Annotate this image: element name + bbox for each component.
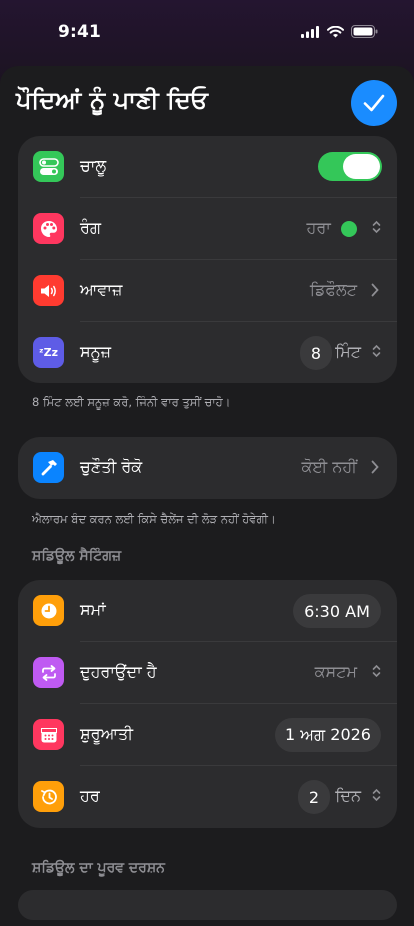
- schedule-group: ਸਮਾਂ 6:30 AM ਦੁਹਰਾਉਂਦਾ ਹੈ ਕਸਟਮ ਸ਼ੁਰੂਆਤੀ …: [18, 580, 397, 828]
- toggle-icon: [33, 151, 64, 182]
- challenge-footnote: ਐਲਾਰਮ ਬੰਦ ਕਰਨ ਲਈ ਕਿਸੇ ਚੈਲੇਂਜ ਦੀ ਲੋੜ ਨਹੀਂ…: [32, 512, 276, 526]
- cellular-signal-icon: [301, 25, 319, 38]
- battery-icon: [351, 25, 378, 38]
- repeat-row[interactable]: ਦੁਹਰਾਉਂਦਾ ਹੈ ਕਸਟਮ: [18, 642, 397, 704]
- every-number-pill[interactable]: 2: [298, 780, 330, 814]
- history-icon: [33, 781, 64, 812]
- page-title: ਪੌਦਿਆਂ ਨੂੰ ਪਾਣੀ ਦਿਓ: [16, 86, 208, 114]
- done-button[interactable]: [351, 80, 397, 126]
- zzz-glyph: ᶻZz: [39, 345, 58, 359]
- alarm-settings-group: ਚਾਲੂ ਰੰਗ ਹਰਾ ਆਵਾਜ਼ ਡਿਫੌਲਟ ᶻZz ਸਨੂਜ਼ 8 ਮਿ…: [18, 136, 397, 383]
- time-value: 6:30 AM: [304, 601, 370, 621]
- palette-icon: [33, 213, 64, 244]
- hammer-icon: [33, 452, 64, 483]
- repeat-label: ਦੁਹਰਾਉਂਦਾ ਹੈ: [80, 662, 157, 681]
- color-value: ਹਰਾ: [306, 218, 357, 238]
- chevron-right-icon: [371, 460, 379, 474]
- snooze-footnote: 8 ਮਿੰਟ ਲਈ ਸਨੂਜ਼ ਕਰੋ, ਜਿੰਨੀ ਵਾਰ ਤੁਸੀਂ ਚਾਹ…: [32, 395, 231, 409]
- snooze-unit: ਮਿੰਟ: [335, 342, 361, 361]
- snooze-number: 8: [310, 343, 322, 363]
- toggle-knob: [343, 154, 380, 179]
- snooze-row[interactable]: ᶻZz ਸਨੂਜ਼ 8 ਮਿੰਟ: [18, 322, 397, 383]
- color-value-text: ਹਰਾ: [306, 218, 331, 237]
- wifi-icon: [327, 25, 344, 37]
- challenge-group: ਚੁਣੌਤੀ ਰੋਕੋ ਕੋਈ ਨਹੀਂ: [18, 437, 397, 499]
- start-date-pill[interactable]: 1 ਅਗ 2026: [275, 718, 381, 752]
- chevron-up-down-icon: [372, 664, 381, 678]
- color-row[interactable]: ਰੰਗ ਹਰਾ: [18, 198, 397, 260]
- time-label: ਸਮਾਂ: [80, 600, 106, 619]
- start-date-label: ਸ਼ੁਰੂਆਤੀ: [80, 724, 134, 743]
- sound-label: ਆਵਾਜ਼: [80, 280, 123, 299]
- every-number: 2: [308, 787, 320, 807]
- color-label: ਰੰਗ: [80, 218, 102, 237]
- enabled-label: ਚਾਲੂ: [80, 156, 107, 175]
- chevron-up-down-icon: [372, 344, 381, 358]
- chevron-up-down-icon: [372, 220, 381, 234]
- enabled-row[interactable]: ਚਾਲੂ: [18, 136, 397, 198]
- sound-row[interactable]: ਆਵਾਜ਼ ਡਿਫੌਲਟ: [18, 260, 397, 322]
- challenge-label: ਚੁਣੌਤੀ ਰੋਕੋ: [80, 457, 143, 476]
- checkmark-icon: [363, 94, 385, 112]
- challenge-value: ਕੋਈ ਨਹੀਂ: [301, 457, 358, 476]
- challenge-row[interactable]: ਚੁਣੌਤੀ ਰੋਕੋ ਕੋਈ ਨਹੀਂ: [18, 437, 397, 499]
- every-unit: ਦਿਨ: [335, 786, 361, 805]
- repeat-value: ਕਸਟਮ: [314, 662, 357, 681]
- chevron-up-down-icon: [372, 788, 381, 802]
- chevron-right-icon: [371, 283, 379, 297]
- clock-icon: [33, 595, 64, 626]
- enabled-toggle[interactable]: [318, 152, 382, 181]
- color-swatch: [341, 220, 357, 237]
- start-date-value: 1 ਅਗ 2026: [285, 725, 371, 744]
- repeat-icon: [33, 657, 64, 688]
- preview-section-header: ਸ਼ਡਿਊਲ ਦਾ ਪੂਰਵ ਦਰਸ਼ਨ: [32, 860, 165, 876]
- status-icons: [301, 25, 378, 38]
- start-date-row[interactable]: ਸ਼ੁਰੂਆਤੀ 1 ਅਗ 2026: [18, 704, 397, 766]
- preview-group: [18, 890, 397, 920]
- every-row[interactable]: ਹਰ 2 ਦਿਨ: [18, 766, 397, 828]
- zzz-icon: ᶻZz: [33, 337, 64, 368]
- calendar-icon: [33, 719, 64, 750]
- every-label: ਹਰ: [80, 786, 100, 805]
- snooze-number-pill[interactable]: 8: [300, 336, 332, 370]
- schedule-section-header: ਸ਼ਡਿਊਲ ਸੈਟਿੰਗਜ਼: [32, 548, 122, 564]
- time-row[interactable]: ਸਮਾਂ 6:30 AM: [18, 580, 397, 642]
- sound-value: ਡਿਫੌਲਟ: [309, 280, 357, 299]
- snooze-label: ਸਨੂਜ਼: [80, 342, 112, 361]
- speaker-icon: [33, 275, 64, 306]
- time-picker-pill[interactable]: 6:30 AM: [293, 594, 381, 628]
- status-bar: 9:41: [0, 0, 414, 66]
- status-time: 9:41: [58, 22, 102, 42]
